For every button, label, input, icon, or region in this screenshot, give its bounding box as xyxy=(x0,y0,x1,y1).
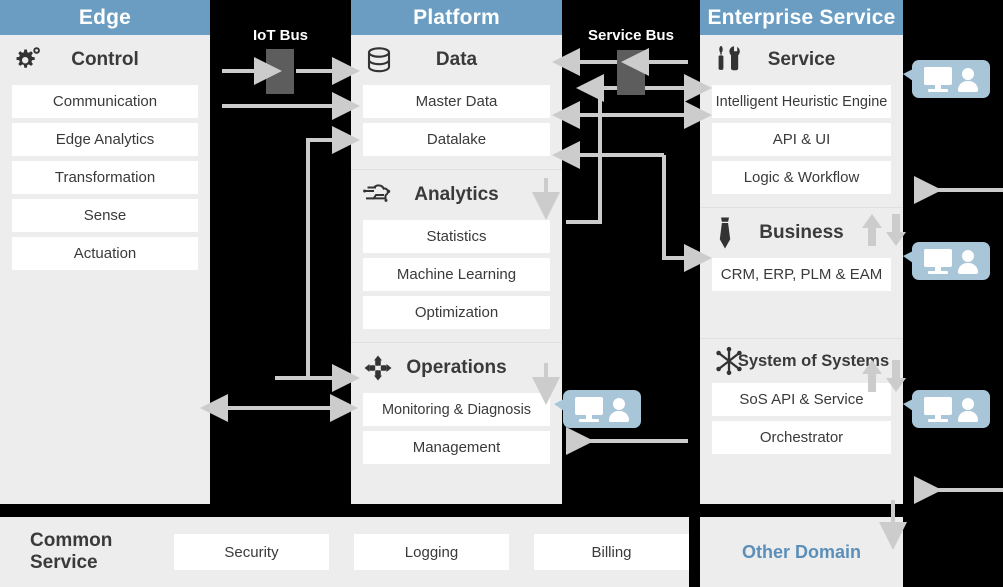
necktie-icon xyxy=(712,216,738,250)
column-edge-body: Control Communication Edge Analytics Tra… xyxy=(0,35,210,283)
section-service-title: Service xyxy=(767,49,836,70)
section-analytics: Analytics Statistics Machine Learning Op… xyxy=(351,169,562,342)
person-icon xyxy=(957,249,979,274)
user-badge-operations[interactable] xyxy=(554,390,641,428)
column-enterprise-body: Service Intelligent Heuristic Engine API… xyxy=(700,35,903,467)
section-control-items: Communication Edge Analytics Transformat… xyxy=(0,85,210,270)
section-sos-header: System of Systems xyxy=(700,339,903,383)
column-platform: Platform Data Master Data Datalake Analy… xyxy=(351,0,562,504)
section-analytics-items: Statistics Machine Learning Optimization xyxy=(351,220,562,329)
section-data: Data Master Data Datalake xyxy=(351,35,562,169)
network-hub-icon xyxy=(714,346,744,376)
analytics-brain-icon xyxy=(363,182,397,208)
section-operations-header: Operations xyxy=(351,343,562,393)
list-item[interactable]: Transformation xyxy=(12,161,198,194)
monitor-icon xyxy=(923,249,952,274)
list-item[interactable]: Actuation xyxy=(12,237,198,270)
list-item[interactable]: Billing xyxy=(534,534,689,570)
iot-bus-label: IoT Bus xyxy=(253,27,308,44)
other-domain-bar[interactable]: Other Domain xyxy=(700,517,903,587)
section-data-title: Data xyxy=(435,49,478,70)
section-service-items: Intelligent Heuristic Engine API & UI Lo… xyxy=(700,85,903,194)
list-item[interactable]: Machine Learning xyxy=(363,258,550,291)
section-sos-items: SoS API & Service Orchestrator xyxy=(700,383,903,454)
section-system-of-systems: System of Systems SoS API & Service Orch… xyxy=(700,338,903,467)
monitor-icon xyxy=(923,67,952,92)
column-edge-title: Edge xyxy=(0,0,210,35)
list-item[interactable]: Monitoring & Diagnosis xyxy=(363,393,550,426)
list-item[interactable]: Security xyxy=(174,534,329,570)
other-domain-label: Other Domain xyxy=(741,541,861,562)
person-icon xyxy=(957,397,979,422)
list-item[interactable]: Intelligent Heuristic Engine xyxy=(712,85,891,118)
monitor-icon xyxy=(574,397,603,422)
section-business-title: Business xyxy=(759,222,844,243)
person-icon xyxy=(608,397,630,422)
person-icon xyxy=(957,67,979,92)
list-item[interactable]: Communication xyxy=(12,85,198,118)
section-business-header: Business xyxy=(700,208,903,258)
list-item[interactable]: Sense xyxy=(12,199,198,232)
section-operations-items: Monitoring & Diagnosis Management xyxy=(351,393,562,464)
section-operations-title: Operations xyxy=(406,357,507,378)
service-bus-label: Service Bus xyxy=(588,27,674,44)
database-icon xyxy=(363,44,395,76)
monitor-icon xyxy=(923,397,952,422)
list-item[interactable]: Edge Analytics xyxy=(12,123,198,156)
list-item[interactable]: Master Data xyxy=(363,85,550,118)
common-service-label: Common Service xyxy=(30,530,113,573)
section-business: Business CRM, ERP, PLM & EAM xyxy=(700,207,903,304)
column-platform-body: Data Master Data Datalake Analytics Stat… xyxy=(351,35,562,477)
list-item[interactable]: Optimization xyxy=(363,296,550,329)
iot-bus-box xyxy=(266,49,294,94)
user-badge-business[interactable] xyxy=(903,242,990,280)
common-service-items: Security Logging Billing xyxy=(174,534,689,570)
list-item[interactable]: Logic & Workflow xyxy=(712,161,891,194)
diagram-canvas: Edge Control Communication Edge Analytic… xyxy=(0,0,1003,587)
list-item[interactable]: CRM, ERP, PLM & EAM xyxy=(712,258,891,291)
gear-icon xyxy=(12,45,46,75)
column-platform-title: Platform xyxy=(351,0,562,35)
list-item[interactable]: Orchestrator xyxy=(712,421,891,454)
user-badge-service[interactable] xyxy=(903,60,990,98)
section-service-header: Service xyxy=(700,35,903,85)
list-item[interactable]: Logging xyxy=(354,534,509,570)
section-operations: Operations Monitoring & Diagnosis Manage… xyxy=(351,342,562,477)
section-analytics-header: Analytics xyxy=(351,170,562,220)
column-enterprise-title: Enterprise Service xyxy=(700,0,903,35)
operations-move-icon xyxy=(363,354,393,382)
section-service: Service Intelligent Heuristic Engine API… xyxy=(700,35,903,207)
list-item[interactable]: SoS API & Service xyxy=(712,383,891,416)
section-data-header: Data xyxy=(351,35,562,85)
section-data-items: Master Data Datalake xyxy=(351,85,562,156)
section-sos-title: System of Systems xyxy=(737,351,890,370)
section-analytics-title: Analytics xyxy=(414,184,499,205)
list-item[interactable]: Management xyxy=(363,431,550,464)
section-business-items: CRM, ERP, PLM & EAM xyxy=(700,258,903,291)
section-control-title: Control xyxy=(71,49,139,70)
common-service-bar: Common Service Security Logging Billing xyxy=(0,517,689,587)
list-item[interactable]: Datalake xyxy=(363,123,550,156)
tools-icon xyxy=(712,44,746,76)
list-item[interactable]: Statistics xyxy=(363,220,550,253)
user-badge-sos[interactable] xyxy=(903,390,990,428)
list-item[interactable]: API & UI xyxy=(712,123,891,156)
column-edge: Edge Control Communication Edge Analytic… xyxy=(0,0,210,504)
service-bus-box xyxy=(617,50,645,95)
section-control: Control Communication Edge Analytics Tra… xyxy=(0,35,210,283)
section-control-header: Control xyxy=(0,35,210,85)
column-enterprise: Enterprise Service Service Intelligent H… xyxy=(700,0,903,504)
